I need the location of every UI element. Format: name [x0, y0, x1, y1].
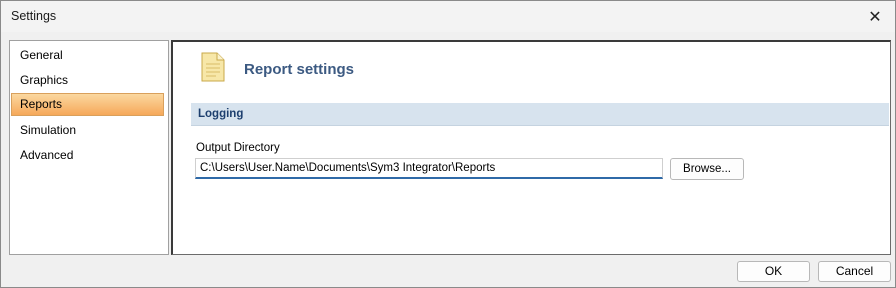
close-button[interactable]: ✕ — [855, 1, 895, 32]
close-icon: ✕ — [868, 8, 882, 26]
settings-panel: Report settings Logging Output Directory… — [171, 40, 891, 255]
cancel-button[interactable]: Cancel — [818, 261, 891, 282]
sidebar-item-label: Advanced — [20, 148, 74, 162]
ok-button[interactable]: OK — [737, 261, 810, 282]
sidebar-item-label: Simulation — [20, 123, 77, 137]
title-bar: Settings ✕ — [1, 1, 895, 32]
sidebar-item-label: General — [20, 48, 63, 62]
page-title: Report settings — [244, 61, 355, 78]
sidebar-item-advanced[interactable]: Advanced — [11, 144, 164, 167]
sidebar-item-label: Graphics — [20, 73, 69, 87]
sidebar-item-reports[interactable]: Reports — [11, 93, 164, 116]
window-title: Settings — [11, 9, 57, 23]
settings-dialog: Settings ✕ General Graphics Reports Simu… — [0, 0, 896, 288]
output-directory-label: Output Directory — [196, 142, 280, 154]
browse-button[interactable]: Browse... — [670, 158, 744, 180]
sidebar-item-simulation[interactable]: Simulation — [11, 119, 164, 142]
section-header-logging: Logging — [191, 103, 889, 126]
sidebar-item-label: Reports — [20, 97, 63, 111]
sidebar-item-general[interactable]: General — [11, 44, 164, 67]
document-icon — [201, 52, 225, 82]
sidebar-item-graphics[interactable]: Graphics — [11, 69, 164, 92]
output-directory-input[interactable]: C:\Users\User.Name\Documents\Sym3 Integr… — [195, 158, 663, 179]
section-title: Logging — [198, 108, 244, 120]
settings-nav: General Graphics Reports Simulation Adva… — [9, 40, 169, 255]
